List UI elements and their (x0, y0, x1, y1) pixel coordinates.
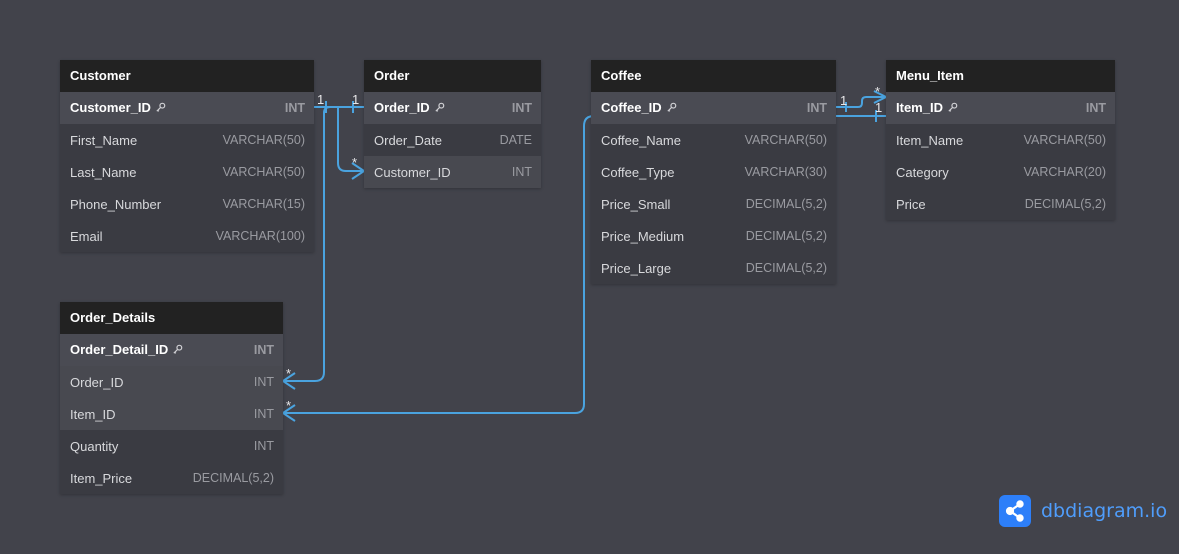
field-name: Price (896, 196, 926, 212)
field-row[interactable]: Item_ID INT (886, 92, 1115, 124)
field-name: Quantity (70, 438, 119, 454)
table-order[interactable]: Order Order_ID INT Order_Date DATE Custom… (364, 60, 541, 188)
key-icon (947, 101, 958, 116)
field-row[interactable]: Price DECIMAL(5,2) (886, 188, 1115, 220)
field-row[interactable]: Category VARCHAR(20) (886, 156, 1115, 188)
field-row[interactable]: Item_Price DECIMAL(5,2) (60, 462, 283, 494)
table-menu-item[interactable]: Menu_Item Item_ID INT Item_Name VARCHAR(5… (886, 60, 1115, 220)
field-type: VARCHAR(50) (1023, 133, 1106, 147)
field-type: VARCHAR(20) (1023, 165, 1106, 179)
field-name: Category (896, 164, 949, 180)
table-customer[interactable]: Customer Customer_ID INT First_Name VARCH… (60, 60, 314, 252)
field-row[interactable]: Last_Name VARCHAR(50) (60, 156, 314, 188)
field-name: Coffee_Name (601, 132, 681, 148)
field-name: Price_Small (601, 196, 671, 212)
card-coffee-one: 1 (840, 93, 847, 108)
table-title[interactable]: Order_Details (60, 302, 283, 334)
card-order-customer-many: * (352, 155, 357, 170)
table-title[interactable]: Menu_Item (886, 60, 1115, 92)
field-row[interactable]: First_Name VARCHAR(50) (60, 124, 314, 156)
field-name: Price_Medium (601, 228, 685, 244)
field-type: VARCHAR(15) (222, 197, 305, 211)
field-type: INT (511, 101, 532, 115)
card-menu-many: * (875, 84, 880, 99)
field-row[interactable]: Order_ID INT (364, 92, 541, 124)
field-name: Order_ID (70, 374, 124, 390)
field-type: VARCHAR(50) (744, 133, 827, 147)
field-name: Coffee_ID (601, 99, 662, 115)
field-name: Item_Name (896, 132, 964, 148)
field-row[interactable]: Price_Medium DECIMAL(5,2) (591, 220, 836, 252)
field-type: VARCHAR(30) (744, 165, 827, 179)
card-order-one: 1 (352, 92, 359, 107)
field-row[interactable]: Customer_ID INT (60, 92, 314, 124)
field-row[interactable]: Email VARCHAR(100) (60, 220, 314, 252)
field-type: DECIMAL(5,2) (745, 261, 827, 275)
field-type: VARCHAR(100) (215, 229, 305, 243)
field-row[interactable]: Coffee_Name VARCHAR(50) (591, 124, 836, 156)
field-type: INT (511, 165, 532, 179)
field-row[interactable]: Coffee_Type VARCHAR(30) (591, 156, 836, 188)
field-name: Order_Date (374, 132, 442, 148)
field-name: Coffee_Type (601, 164, 675, 180)
field-name: First_Name (70, 132, 138, 148)
key-icon (434, 101, 445, 116)
field-row[interactable]: Price_Large DECIMAL(5,2) (591, 252, 836, 284)
table-coffee[interactable]: Coffee Coffee_ID INT Coffee_Name VARCHAR(… (591, 60, 836, 284)
key-icon (155, 101, 166, 116)
field-name: Last_Name (70, 164, 137, 180)
field-type: INT (253, 407, 274, 421)
field-type: INT (253, 375, 274, 389)
card-customer-one: 1 (317, 92, 324, 107)
table-title[interactable]: Order (364, 60, 541, 92)
field-name: Customer_ID (374, 164, 451, 180)
card-menu-one: 1 (875, 100, 882, 115)
field-type: INT (253, 439, 274, 453)
field-type: INT (806, 101, 827, 115)
key-icon (666, 101, 677, 116)
brand-logo[interactable]: dbdiagram.io (999, 495, 1167, 527)
field-row[interactable]: Quantity INT (60, 430, 283, 462)
field-name: Item_ID (896, 99, 943, 115)
field-row[interactable]: Price_Small DECIMAL(5,2) (591, 188, 836, 220)
field-name: Email (70, 228, 103, 244)
field-name: Order_ID (374, 99, 430, 115)
field-row[interactable]: Order_Date DATE (364, 124, 541, 156)
field-type: DECIMAL(5,2) (745, 197, 827, 211)
field-name: Item_Price (70, 470, 133, 486)
field-name: Customer_ID (70, 99, 151, 115)
field-type: INT (284, 101, 305, 115)
card-details-item-many: * (286, 398, 291, 413)
field-row[interactable]: Phone_Number VARCHAR(15) (60, 188, 314, 220)
field-name: Price_Large (601, 260, 672, 276)
field-type: INT (253, 343, 274, 357)
field-name: Item_ID (70, 406, 116, 422)
table-title[interactable]: Customer (60, 60, 314, 92)
field-type: VARCHAR(50) (222, 133, 305, 147)
field-row[interactable]: Customer_ID INT (364, 156, 541, 188)
field-row[interactable]: Item_ID INT (60, 398, 283, 430)
field-row[interactable]: Coffee_ID INT (591, 92, 836, 124)
field-row[interactable]: Item_Name VARCHAR(50) (886, 124, 1115, 156)
field-type: DECIMAL(5,2) (192, 471, 274, 485)
field-row[interactable]: Order_ID INT (60, 366, 283, 398)
field-type: DECIMAL(5,2) (745, 229, 827, 243)
share-graph-icon (999, 495, 1031, 527)
table-order-details[interactable]: Order_Details Order_Detail_ID INT Order_… (60, 302, 283, 494)
field-type: DECIMAL(5,2) (1024, 197, 1106, 211)
card-details-order-many: * (286, 366, 291, 381)
brand-name: dbdiagram.io (1041, 500, 1168, 522)
field-type: DATE (499, 133, 532, 147)
table-title[interactable]: Coffee (591, 60, 836, 92)
field-name: Order_Detail_ID (70, 341, 169, 357)
field-name: Phone_Number (70, 196, 162, 212)
field-type: INT (1085, 101, 1106, 115)
field-row[interactable]: Order_Detail_ID INT (60, 334, 283, 366)
key-icon (172, 343, 183, 358)
field-type: VARCHAR(50) (222, 165, 305, 179)
